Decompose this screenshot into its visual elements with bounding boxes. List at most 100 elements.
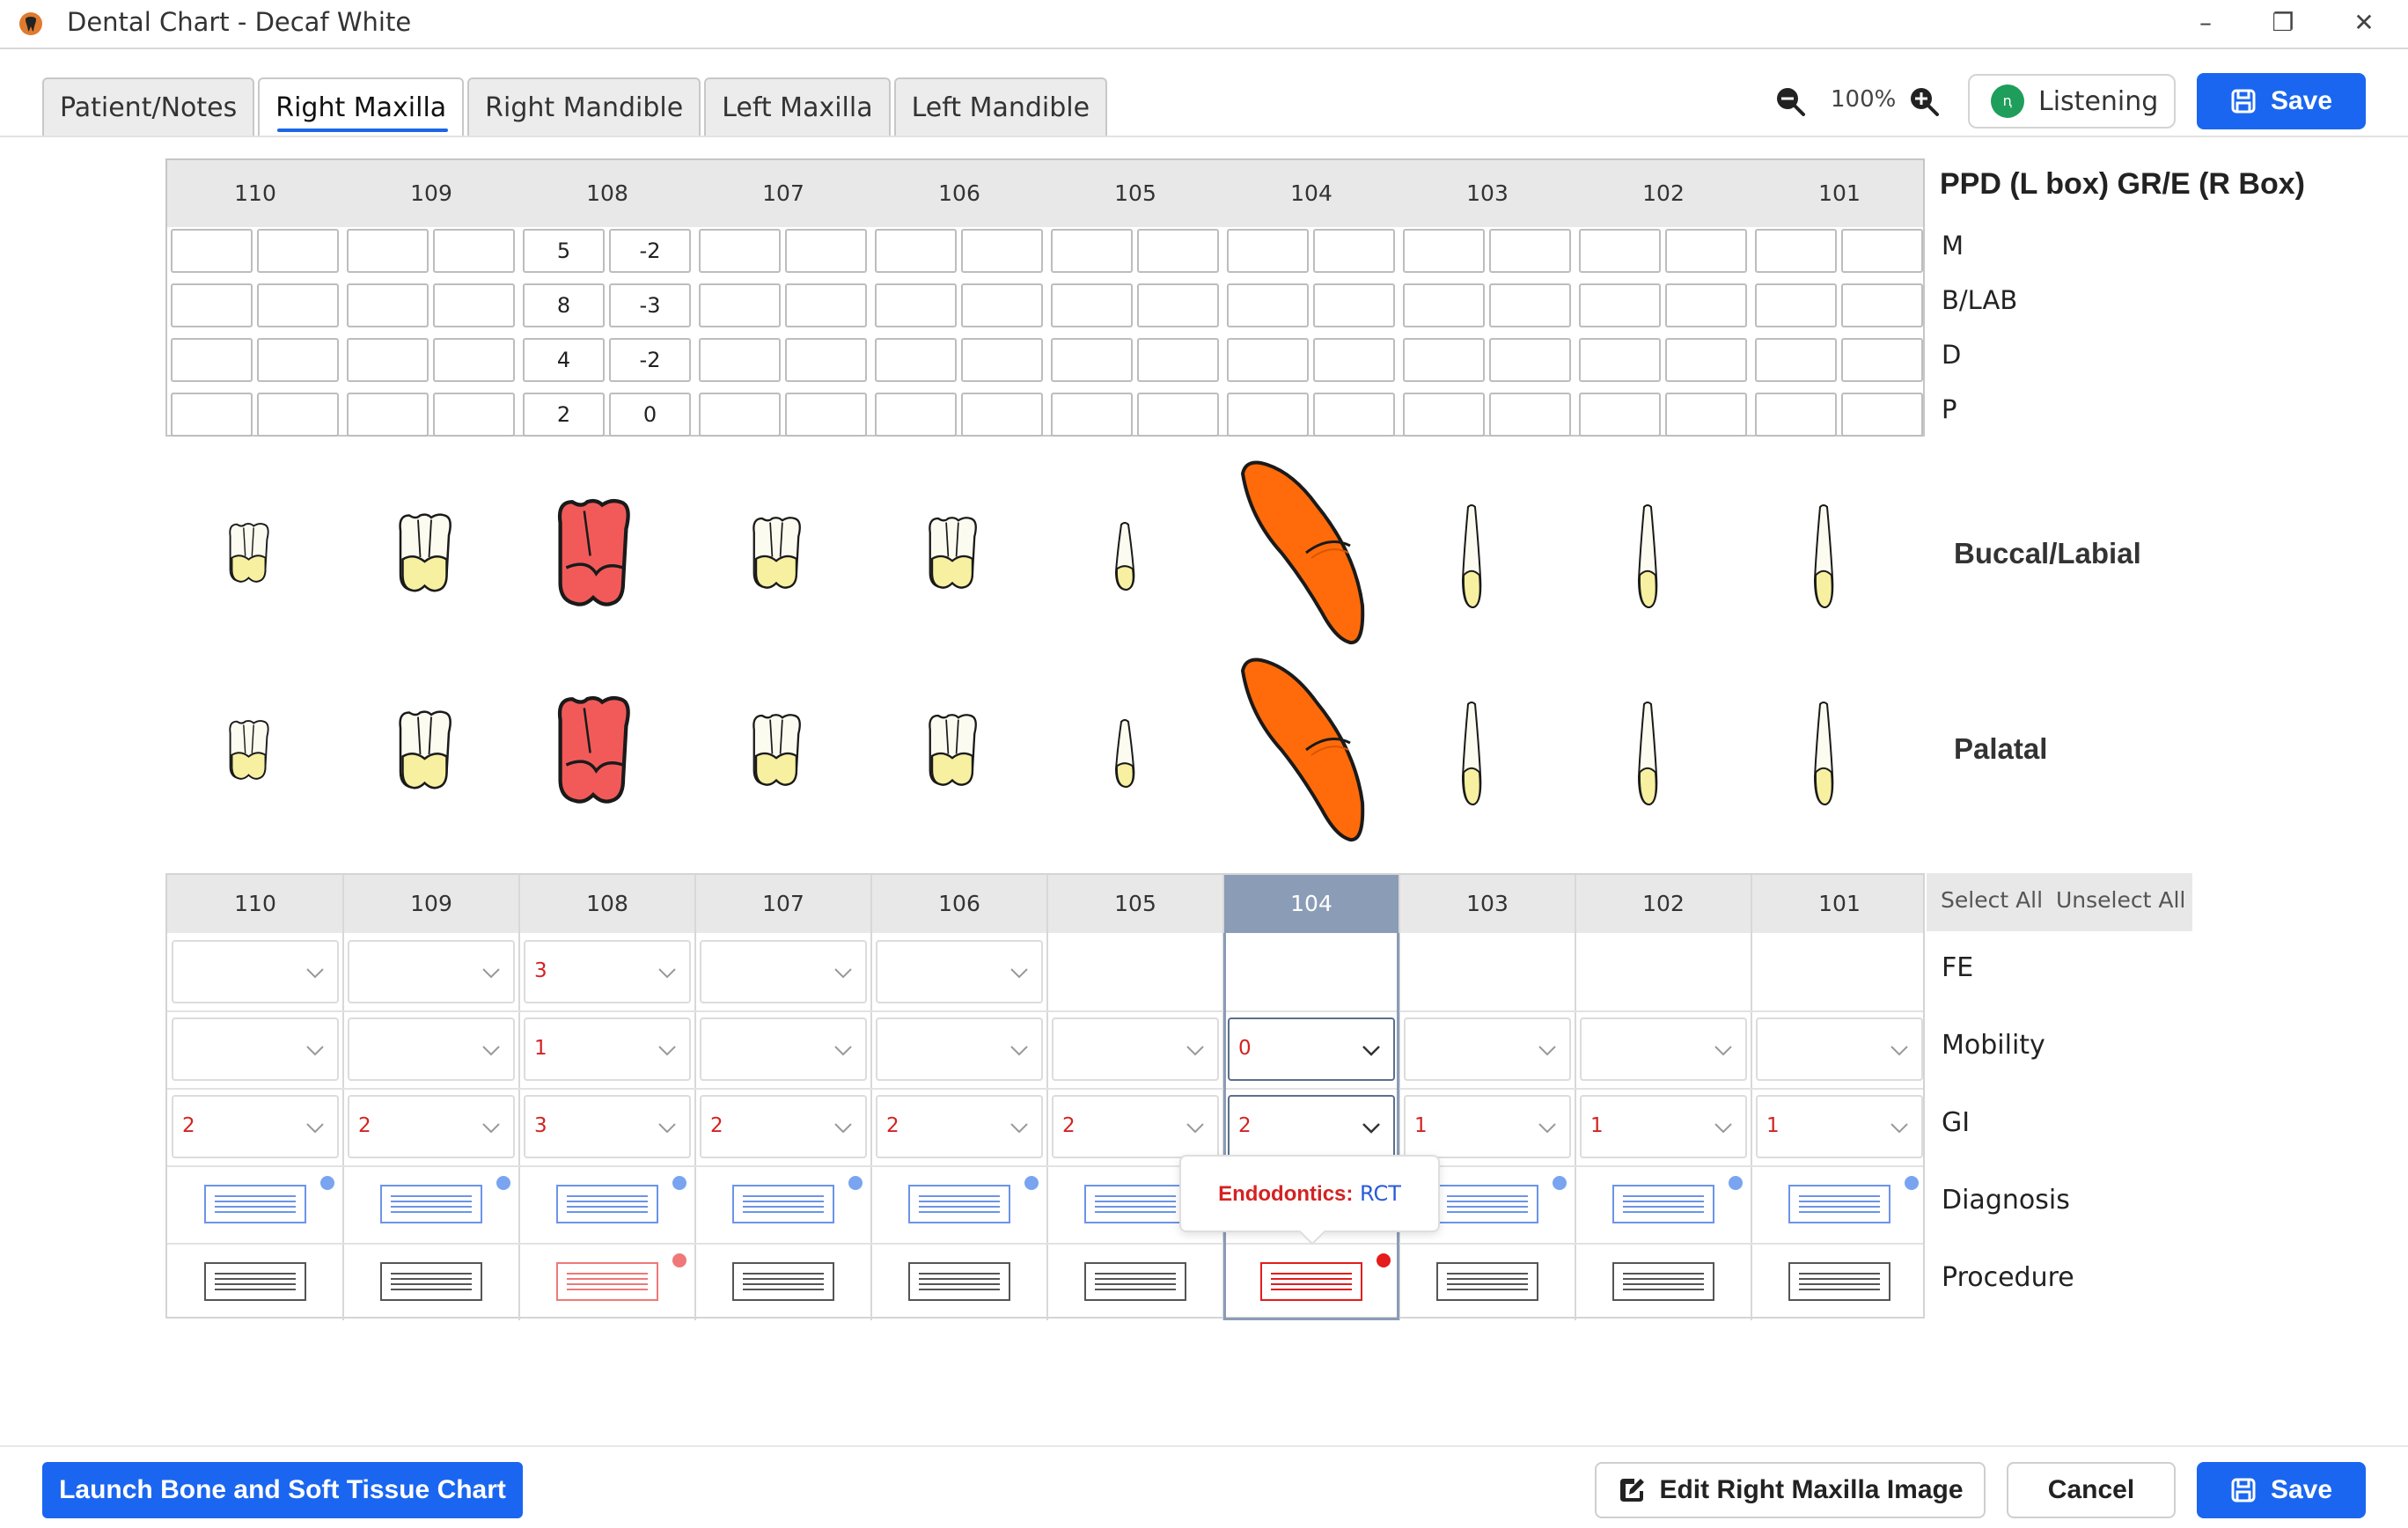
procedure-note-icon[interactable] xyxy=(732,1262,834,1301)
diagnosis-note-icon[interactable] xyxy=(1788,1185,1890,1223)
ppd-gr-input[interactable]: -3 xyxy=(609,283,691,327)
tooth-101-buccal-image[interactable] xyxy=(1808,503,1839,609)
ppd-depth-input[interactable] xyxy=(875,338,957,382)
ppd-gr-input[interactable] xyxy=(1489,393,1571,437)
restore-icon[interactable]: ❐ xyxy=(2264,5,2302,40)
ppd-depth-input[interactable] xyxy=(875,283,957,327)
ppd-depth-input[interactable] xyxy=(699,393,781,437)
fe-dropdown[interactable]: 3 xyxy=(524,940,691,1003)
ppd-depth-input[interactable] xyxy=(1579,393,1661,437)
procedure-note-icon[interactable] xyxy=(1788,1262,1890,1301)
select-all-link[interactable]: Select All xyxy=(1941,887,2043,913)
diagnosis-note-icon[interactable] xyxy=(556,1185,658,1223)
tooth-102-palatal-image[interactable] xyxy=(1632,701,1663,806)
ppd-gr-input[interactable] xyxy=(785,338,867,382)
mobility-dropdown[interactable] xyxy=(1404,1017,1571,1081)
procedure-note-icon[interactable] xyxy=(380,1262,482,1301)
ppd-gr-input[interactable] xyxy=(785,393,867,437)
ppd-depth-input[interactable]: 8 xyxy=(523,283,605,327)
tooth-108-palatal-image[interactable] xyxy=(542,690,644,810)
ppd-gr-input[interactable]: 0 xyxy=(609,393,691,437)
ppd-gr-input[interactable] xyxy=(1313,393,1395,437)
ppd-gr-input[interactable] xyxy=(1313,229,1395,273)
ppd-gr-input[interactable] xyxy=(1313,283,1395,327)
tooth-110-buccal-image[interactable] xyxy=(220,519,277,586)
ppd-depth-input[interactable] xyxy=(171,229,253,273)
grid-tooth-number[interactable]: 106 xyxy=(871,875,1047,933)
ppd-depth-input[interactable]: 2 xyxy=(523,393,605,437)
ppd-gr-input[interactable] xyxy=(433,338,515,382)
grid-tooth-number[interactable]: 110 xyxy=(167,875,343,933)
tooth-109-palatal-image[interactable] xyxy=(387,706,462,794)
ppd-gr-input[interactable]: -2 xyxy=(609,229,691,273)
tooth-106-buccal-image[interactable] xyxy=(918,512,987,593)
ppd-depth-input[interactable] xyxy=(1227,338,1309,382)
ppd-gr-input[interactable] xyxy=(257,283,339,327)
ppd-gr-input[interactable] xyxy=(1665,338,1747,382)
zoom-in-icon[interactable] xyxy=(1908,85,1940,117)
diagnosis-note-icon[interactable] xyxy=(732,1185,834,1223)
ppd-gr-input[interactable] xyxy=(961,229,1043,273)
procedure-note-icon[interactable] xyxy=(1084,1262,1186,1301)
tooth-107-palatal-image[interactable] xyxy=(742,709,811,790)
gi-dropdown[interactable]: 2 xyxy=(348,1095,515,1158)
tooth-102-buccal-image[interactable] xyxy=(1632,503,1663,609)
ppd-depth-input[interactable] xyxy=(1051,229,1133,273)
ppd-gr-input[interactable] xyxy=(1137,338,1219,382)
ppd-gr-input[interactable] xyxy=(1841,338,1923,382)
grid-tooth-number[interactable]: 103 xyxy=(1399,875,1575,933)
unselect-all-link[interactable]: Unselect All xyxy=(2056,887,2185,913)
ppd-gr-input[interactable] xyxy=(257,393,339,437)
ppd-gr-input[interactable] xyxy=(257,338,339,382)
gi-dropdown[interactable]: 2 xyxy=(1052,1095,1219,1158)
ppd-gr-input[interactable] xyxy=(1137,283,1219,327)
ppd-depth-input[interactable]: 4 xyxy=(523,338,605,382)
ppd-depth-input[interactable] xyxy=(699,338,781,382)
ppd-depth-input[interactable] xyxy=(171,393,253,437)
grid-tooth-number[interactable]: 108 xyxy=(519,875,695,933)
tab-left-mandible[interactable]: Left Mandible xyxy=(893,77,1108,136)
ppd-depth-input[interactable] xyxy=(1051,338,1133,382)
tooth-106-palatal-image[interactable] xyxy=(918,709,987,790)
diagnosis-note-icon[interactable] xyxy=(1084,1185,1186,1223)
diagnosis-note-icon[interactable] xyxy=(908,1185,1010,1223)
diagnosis-note-icon[interactable] xyxy=(204,1185,306,1223)
grid-tooth-number[interactable]: 104 xyxy=(1223,875,1399,933)
grid-tooth-number[interactable]: 102 xyxy=(1575,875,1751,933)
ppd-gr-input[interactable] xyxy=(1489,283,1571,327)
ppd-gr-input[interactable] xyxy=(1137,393,1219,437)
ppd-depth-input[interactable] xyxy=(1227,393,1309,437)
ppd-depth-input[interactable] xyxy=(1403,338,1485,382)
tooth-105-palatal-image[interactable] xyxy=(1109,718,1141,789)
diagnosis-note-icon[interactable] xyxy=(1612,1185,1714,1223)
ppd-gr-input[interactable] xyxy=(785,283,867,327)
gi-dropdown[interactable]: 2 xyxy=(876,1095,1043,1158)
tab-patient-notes[interactable]: Patient/Notes xyxy=(42,77,255,136)
ppd-gr-input[interactable] xyxy=(1665,283,1747,327)
procedure-note-icon[interactable] xyxy=(1612,1262,1714,1301)
gi-dropdown[interactable]: 2 xyxy=(172,1095,339,1158)
ppd-depth-input[interactable] xyxy=(1051,283,1133,327)
ppd-depth-input[interactable] xyxy=(699,283,781,327)
ppd-gr-input[interactable] xyxy=(433,393,515,437)
diagnosis-note-icon[interactable] xyxy=(1436,1185,1538,1223)
tooth-104-buccal-image[interactable] xyxy=(1232,456,1373,650)
ppd-gr-input[interactable] xyxy=(1841,283,1923,327)
tooth-107-buccal-image[interactable] xyxy=(742,512,811,593)
ppd-depth-input[interactable] xyxy=(1403,283,1485,327)
ppd-depth-input[interactable] xyxy=(1227,229,1309,273)
fe-dropdown[interactable] xyxy=(876,940,1043,1003)
ppd-gr-input[interactable] xyxy=(961,393,1043,437)
gi-dropdown[interactable]: 1 xyxy=(1404,1095,1571,1158)
ppd-gr-input[interactable] xyxy=(433,283,515,327)
ppd-gr-input[interactable] xyxy=(1313,338,1395,382)
tooth-105-buccal-image[interactable] xyxy=(1109,521,1141,591)
ppd-gr-input[interactable] xyxy=(961,338,1043,382)
tooth-103-buccal-image[interactable] xyxy=(1456,503,1487,609)
close-icon[interactable]: ✕ xyxy=(2345,5,2383,40)
diagnosis-note-icon[interactable] xyxy=(380,1185,482,1223)
ppd-gr-input[interactable] xyxy=(785,229,867,273)
tooth-103-palatal-image[interactable] xyxy=(1456,701,1487,806)
ppd-depth-input[interactable] xyxy=(1579,283,1661,327)
tab-right-maxilla[interactable]: Right Maxilla xyxy=(258,77,465,136)
